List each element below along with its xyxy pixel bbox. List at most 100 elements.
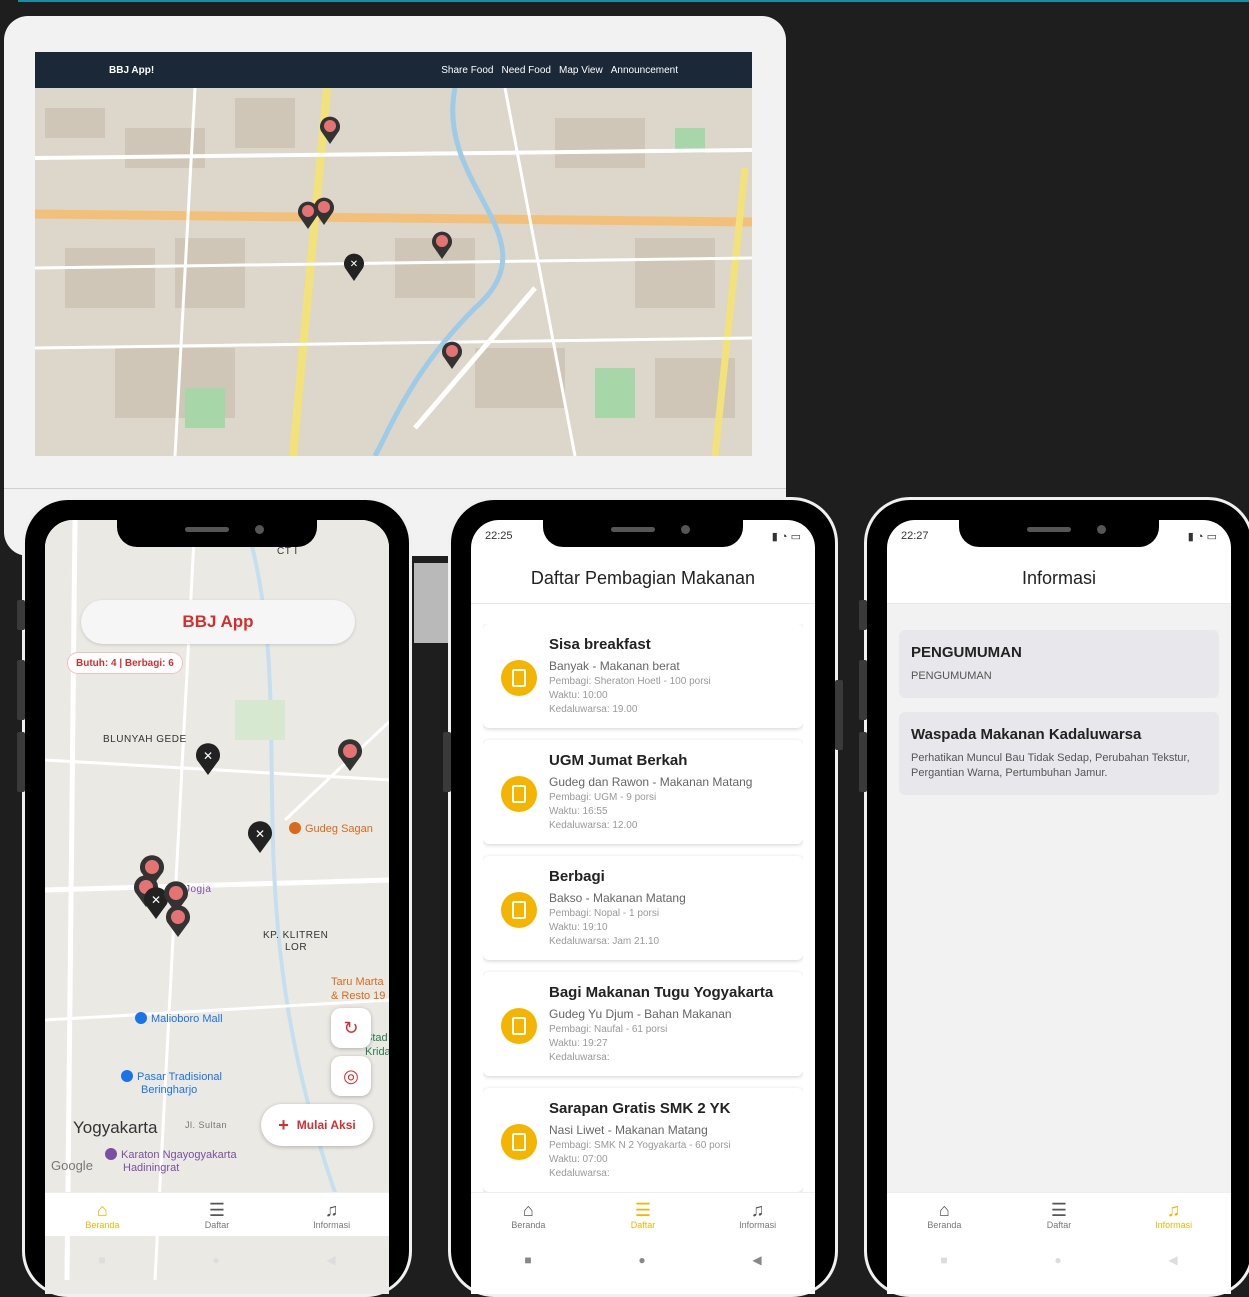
food-card-time: Waktu: 19:27: [549, 1038, 608, 1049]
share-food-pin-icon[interactable]: [335, 738, 365, 772]
announcement-body: PENGUMUMAN: [911, 670, 992, 682]
recents-icon[interactable]: ■: [98, 1253, 105, 1267]
clipboard-icon: [501, 892, 537, 928]
food-card-time: Waktu: 10:00: [549, 690, 608, 701]
start-action-button[interactable]: + Mulai Aksi: [261, 1104, 373, 1146]
nav-daftar[interactable]: ☰ Daftar: [182, 1200, 252, 1230]
nav-beranda[interactable]: ⌂ Beranda: [67, 1200, 137, 1230]
back-icon[interactable]: ◀: [1168, 1253, 1177, 1267]
home-icon: ⌂: [938, 1199, 950, 1220]
phone-button: [17, 732, 25, 792]
bottom-nav: ⌂ Beranda ☰ Daftar ♫ Informasi: [471, 1192, 815, 1236]
refresh-button[interactable]: ↻: [331, 1008, 371, 1048]
page-title: Informasi: [887, 554, 1231, 604]
poi-karaton[interactable]: Karaton Ngayogyakarta: [105, 1148, 237, 1161]
nav-beranda[interactable]: ⌂ Beranda: [909, 1200, 979, 1230]
home-sys-icon[interactable]: ●: [1054, 1253, 1061, 1267]
phone-notch: [543, 517, 743, 547]
food-card-time: Waktu: 16:55: [549, 806, 608, 817]
area-label: BLUNYAH GEDE: [103, 734, 187, 745]
food-card[interactable]: Sisa breakfast Banyak - Makanan berat Pe…: [483, 624, 803, 728]
poi-taru-marta[interactable]: Taru Marta: [331, 976, 384, 988]
web-map[interactable]: ✕: [35, 87, 752, 456]
web-nav-need-food[interactable]: Need Food: [502, 65, 551, 76]
food-pin-icon[interactable]: [429, 230, 455, 260]
food-card-title: UGM Jumat Berkah: [549, 752, 688, 769]
phone-list: 22:25 ▮ ◔ ▭ Daftar Pembagian Makanan Sis…: [443, 497, 843, 1297]
back-icon[interactable]: ◀: [326, 1253, 335, 1267]
food-pin-icon[interactable]: [317, 115, 343, 145]
poi-taru-marta-2[interactable]: & Resto 19: [331, 990, 385, 1002]
web-brand[interactable]: BBJ App!: [109, 65, 154, 76]
food-card-giver: Pembagi: Sheraton Hoetl - 100 porsi: [549, 676, 711, 687]
nav-daftar[interactable]: ☰ Daftar: [608, 1200, 678, 1230]
announcement-card[interactable]: Waspada Makanan Kadaluwarsa Perhatikan M…: [899, 712, 1219, 795]
food-card-time: Waktu: 19:10: [549, 922, 608, 933]
nav-daftar[interactable]: ☰ Daftar: [1024, 1200, 1094, 1230]
recents-icon[interactable]: ■: [524, 1253, 531, 1267]
food-card-giver: Pembagi: Naufal - 61 porsi: [549, 1024, 668, 1035]
plus-icon: +: [278, 1114, 289, 1135]
food-card-expiry: Kedaluwarsa:: [549, 1052, 610, 1063]
food-card[interactable]: Sarapan Gratis SMK 2 YK Nasi Liwet - Mak…: [483, 1088, 803, 1192]
list-icon: ☰: [1050, 1199, 1068, 1220]
laptop-hinge: [4, 488, 786, 489]
map-screen: BBJ App Butuh: 4 | Berbagi: 6 BLUNYAH GE…: [45, 520, 389, 1294]
poi-pasar-beringharjo-2[interactable]: Beringharjo: [141, 1084, 197, 1096]
nav-daftar-label: Daftar: [630, 1219, 656, 1230]
web-map-roads: [35, 87, 752, 456]
food-card-expiry: Kedaluwarsa: 12.00: [549, 820, 638, 831]
nav-informasi[interactable]: ♫ Informasi: [297, 1200, 367, 1230]
locate-me-button[interactable]: ◎: [331, 1056, 371, 1096]
city-label: Yogyakarta: [73, 1118, 158, 1137]
poi-pasar-beringharjo[interactable]: Pasar Tradisional: [121, 1070, 222, 1083]
nav-informasi[interactable]: ♫ Informasi: [723, 1200, 793, 1230]
announcement-list: PENGUMUMAN PENGUMUMAN Waspada Makanan Ka…: [899, 630, 1219, 809]
poi-karaton-2[interactable]: Hadiningrat: [123, 1162, 179, 1174]
food-card-time: Waktu: 07:00: [549, 1154, 608, 1165]
nav-beranda-label: Beranda: [511, 1219, 546, 1230]
web-nav-links: Share Food Need Food Map View Announceme…: [441, 65, 678, 76]
food-card-title: Sisa breakfast: [549, 636, 651, 653]
recents-icon[interactable]: ■: [940, 1253, 947, 1267]
bottom-nav: ⌂ Beranda ☰ Daftar ♫ Informasi: [887, 1192, 1231, 1236]
food-card-giver: Pembagi: Nopal - 1 porsi: [549, 908, 660, 919]
back-icon[interactable]: ◀: [752, 1253, 761, 1267]
system-nav: ■ ● ◀: [45, 1242, 389, 1278]
home-sys-icon[interactable]: ●: [638, 1253, 645, 1267]
nav-daftar-label: Daftar: [1046, 1219, 1072, 1230]
nav-informasi[interactable]: ♫ Informasi: [1139, 1200, 1209, 1230]
food-pin-icon[interactable]: [439, 340, 465, 370]
phone-button: [443, 732, 451, 792]
poi-malioboro-mall[interactable]: Malioboro Mall: [135, 1012, 223, 1025]
web-navbar: BBJ App! Share Food Need Food Map View A…: [35, 52, 752, 88]
food-list[interactable]: Sisa breakfast Banyak - Makanan berat Pe…: [483, 624, 803, 1192]
nav-beranda-label: Beranda: [85, 1219, 120, 1230]
web-nav-announcement[interactable]: Announcement: [611, 65, 678, 76]
home-sys-icon[interactable]: ●: [212, 1253, 219, 1267]
share-food-pin-icon[interactable]: [163, 904, 193, 938]
area-label: KP. KLITREN: [263, 930, 329, 941]
web-nav-map-view[interactable]: Map View: [559, 65, 603, 76]
announcement-card[interactable]: PENGUMUMAN PENGUMUMAN: [899, 630, 1219, 698]
google-map[interactable]: BBJ App Butuh: 4 | Berbagi: 6 BLUNYAH GE…: [45, 520, 389, 1294]
food-card-expiry: Kedaluwarsa: Jam 21.10: [549, 936, 660, 947]
poi-gudeg-sagan[interactable]: Gudeg Sagan: [289, 822, 373, 835]
food-card[interactable]: Bagi Makanan Tugu Yogyakarta Gudeg Yu Dj…: [483, 972, 803, 1076]
food-card[interactable]: UGM Jumat Berkah Gudeg dan Rawon - Makan…: [483, 740, 803, 844]
nav-beranda[interactable]: ⌂ Beranda: [493, 1200, 563, 1230]
area-label: CT I: [277, 546, 298, 557]
app-title: BBJ App: [81, 600, 355, 644]
need-food-pin-icon[interactable]: ✕: [193, 742, 223, 776]
food-card-sub: Bakso - Makanan Matang: [549, 891, 686, 905]
need-food-pin-icon[interactable]: ✕: [341, 252, 367, 282]
clipboard-icon: [501, 660, 537, 696]
food-card-sub: Gudeg Yu Djum - Bahan Makanan: [549, 1007, 732, 1021]
poi-kridosono[interactable]: Krida: [365, 1046, 389, 1058]
food-card-sub: Gudeg dan Rawon - Makanan Matang: [549, 775, 753, 789]
food-card[interactable]: Berbagi Bakso - Makanan Matang Pembagi: …: [483, 856, 803, 960]
nav-beranda-label: Beranda: [927, 1219, 962, 1230]
need-food-pin-icon[interactable]: ✕: [245, 820, 275, 854]
food-pin-icon[interactable]: [311, 196, 337, 226]
web-nav-share-food[interactable]: Share Food: [441, 65, 493, 76]
